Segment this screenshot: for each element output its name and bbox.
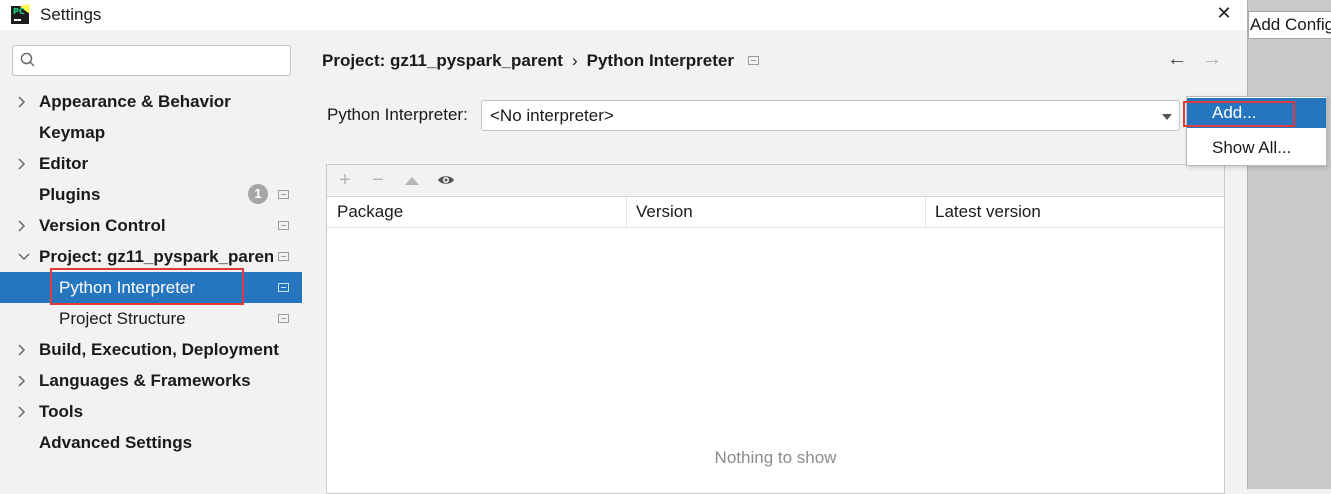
sidebar-item-label: Tools [39, 402, 84, 421]
settings-sidebar: Appearance & Behavior Keymap Editor Plug… [0, 30, 302, 489]
column-header-latest-version[interactable]: Latest version [925, 197, 1224, 227]
sidebar-item-label: Plugins [39, 185, 101, 204]
background-ide [1248, 0, 1331, 489]
window-title: Settings [40, 5, 102, 24]
sidebar-item-version-control[interactable]: Version Control [0, 210, 302, 241]
sidebar-item-languages-frameworks[interactable]: Languages & Frameworks [0, 365, 302, 396]
sidebar-item-appearance-behavior[interactable]: Appearance & Behavior [0, 86, 302, 117]
chevron-right-icon[interactable] [18, 334, 30, 365]
main-panel: Project: gz11_pyspark_parent › Python Inte… [302, 30, 1247, 494]
column-header-version[interactable]: Version [626, 197, 926, 227]
sidebar-item-project-structure[interactable]: Project Structure [0, 303, 302, 334]
sidebar-item-label: Editor [39, 154, 89, 173]
search-icon [20, 52, 35, 67]
project-scope-icon [748, 56, 759, 65]
empty-table-message: Nothing to show [714, 448, 837, 467]
search-box[interactable] [12, 45, 291, 76]
packages-panel: + − Package Version Latest version Nothi… [326, 164, 1225, 494]
interpreter-label: Python Interpreter: [327, 105, 468, 124]
close-button[interactable]: ✕ [1213, 2, 1235, 24]
sidebar-item-label: Advanced Settings [39, 433, 193, 452]
menu-item-show-all[interactable]: Show All... [1187, 133, 1326, 163]
sidebar-item-label: Project Structure [59, 309, 186, 328]
sidebar-item-keymap[interactable]: Keymap [0, 117, 302, 148]
interpreter-dropdown[interactable]: <No interpreter> [481, 100, 1180, 131]
breadcrumb: Project: gz11_pyspark_parent › Python Inte… [322, 51, 734, 71]
title-bar: PC Settings ✕ [0, 0, 1247, 30]
interpreter-options-menu: Add... Show All... [1186, 96, 1327, 166]
sidebar-item-label: Keymap [39, 123, 106, 142]
upgrade-package-icon[interactable] [405, 177, 419, 185]
add-configuration-button[interactable]: Add Configuration... [1248, 11, 1331, 39]
chevron-down-icon[interactable] [18, 241, 30, 272]
column-header-package[interactable]: Package [327, 197, 627, 227]
pycharm-logo-icon: PC [11, 0, 35, 24]
search-input[interactable] [47, 50, 286, 73]
breadcrumb-page: Python Interpreter [586, 51, 734, 70]
dropdown-arrow-icon [1162, 114, 1172, 120]
remove-package-icon[interactable]: − [367, 169, 389, 191]
menu-item-add[interactable]: Add... [1187, 98, 1326, 128]
project-scope-icon [278, 314, 289, 323]
show-early-releases-icon[interactable] [437, 173, 455, 187]
chevron-right-icon[interactable] [18, 210, 30, 241]
add-package-icon[interactable]: + [334, 169, 356, 191]
sidebar-item-label: Project: gz11_pyspark_parent [39, 247, 273, 266]
breadcrumb-separator: › [571, 51, 578, 70]
project-scope-icon [278, 221, 289, 230]
project-scope-icon [278, 283, 289, 292]
chevron-right-icon[interactable] [18, 365, 30, 396]
sidebar-item-tools[interactable]: Tools [0, 396, 302, 427]
back-arrow-icon[interactable]: ← [1167, 48, 1187, 71]
sidebar-item-build-execution-deployment[interactable]: Build, Execution, Deployment [0, 334, 302, 365]
sidebar-item-label: Appearance & Behavior [39, 92, 231, 111]
sidebar-item-label: Languages & Frameworks [39, 371, 251, 390]
sidebar-item-plugins[interactable]: Plugins 1 [0, 179, 302, 210]
sidebar-item-label: Build, Execution, Deployment [39, 340, 279, 359]
chevron-right-icon[interactable] [18, 148, 30, 179]
packages-toolbar: + − [327, 165, 1224, 197]
update-count-badge: 1 [248, 184, 268, 204]
project-scope-icon [278, 252, 289, 261]
settings-window: PC Settings ✕ Appearance & Behavior Keym… [0, 0, 1248, 494]
sidebar-item-advanced-settings[interactable]: Advanced Settings [0, 427, 302, 458]
sidebar-item-editor[interactable]: Editor [0, 148, 302, 179]
sidebar-item-label: Python Interpreter [59, 278, 196, 297]
breadcrumb-project[interactable]: Project: gz11_pyspark_parent [322, 51, 563, 70]
sidebar-item-project[interactable]: Project: gz11_pyspark_parent [0, 241, 302, 272]
packages-table-header: Package Version Latest version [327, 197, 1224, 228]
interpreter-value: <No interpreter> [490, 106, 614, 125]
chevron-right-icon[interactable] [18, 396, 30, 427]
chevron-right-icon[interactable] [18, 86, 30, 117]
forward-arrow-icon[interactable]: → [1202, 48, 1222, 71]
sidebar-item-label: Version Control [39, 216, 166, 235]
sidebar-item-python-interpreter[interactable]: Python Interpreter [0, 272, 302, 303]
project-scope-icon [278, 190, 289, 199]
